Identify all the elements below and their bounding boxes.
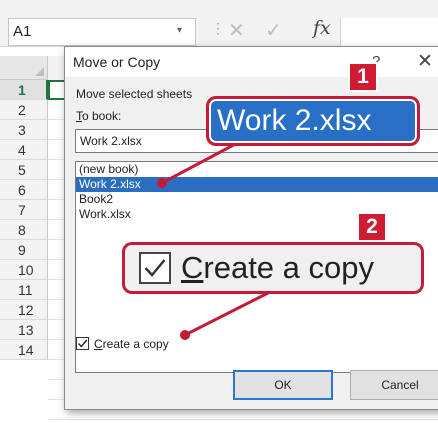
ok-button[interactable]: OK bbox=[233, 370, 333, 400]
step-badge-1: 1 bbox=[348, 62, 378, 92]
row-header[interactable]: 9 bbox=[0, 240, 48, 260]
list-item[interactable]: (new book) bbox=[76, 162, 438, 177]
callout-copy-zoom-rest: reate a copy bbox=[203, 250, 374, 285]
list-item-selected[interactable]: Work 2.xlsx bbox=[76, 177, 438, 192]
row-header[interactable]: 8 bbox=[0, 220, 48, 240]
row-header[interactable]: 13 bbox=[0, 320, 48, 340]
step-badge-2: 2 bbox=[357, 212, 387, 242]
row-header[interactable]: 6 bbox=[0, 180, 48, 200]
to-book-label-rest: o book: bbox=[82, 109, 122, 123]
big-checkbox-icon bbox=[139, 252, 171, 284]
create-copy-label: Create a copy bbox=[94, 337, 169, 351]
cancel-button[interactable]: Cancel bbox=[350, 370, 438, 400]
row-header[interactable]: 2 bbox=[0, 100, 48, 120]
to-book-value: Work 2.xlsx bbox=[80, 134, 142, 148]
callout-copy-zoom: Create a copy bbox=[122, 242, 424, 294]
callout-copy-zoom-text: Create a copy bbox=[181, 248, 374, 288]
row-headers: 1 2 3 4 5 6 7 8 9 10 11 12 13 14 bbox=[0, 80, 48, 360]
callout-copy-zoom-accel: C bbox=[181, 250, 204, 285]
row-header[interactable]: 4 bbox=[0, 140, 48, 160]
row-header[interactable]: 11 bbox=[0, 280, 48, 300]
create-copy-checkbox[interactable] bbox=[76, 337, 89, 350]
cancel-entry-icon[interactable]: ✕ bbox=[228, 18, 245, 43]
dialog-titlebar[interactable]: Move or Copy ? ✕ bbox=[65, 47, 438, 77]
big-checkmark-icon bbox=[144, 259, 166, 277]
insert-function-icon[interactable]: fx bbox=[313, 17, 331, 39]
row-header[interactable]: 12 bbox=[0, 300, 48, 320]
move-selected-sheets-label: Move selected sheets bbox=[76, 87, 193, 101]
row-header[interactable]: 3 bbox=[0, 120, 48, 140]
row-header[interactable]: 1 bbox=[0, 80, 48, 100]
callout-book-zoom-text: Work 2.xlsx bbox=[217, 104, 372, 137]
name-box[interactable]: A1 bbox=[8, 18, 196, 46]
row-header[interactable]: 14 bbox=[0, 340, 48, 360]
dialog-title: Move or Copy bbox=[73, 54, 161, 70]
create-copy-label-rest: reate a copy bbox=[102, 337, 169, 351]
row-header[interactable]: 7 bbox=[0, 200, 48, 220]
checkmark-icon bbox=[77, 339, 88, 348]
callout-book-zoom: Work 2.xlsx bbox=[206, 96, 420, 146]
create-copy-accel: C bbox=[94, 337, 103, 351]
formula-input[interactable] bbox=[340, 18, 438, 46]
list-item[interactable]: Book2 bbox=[76, 192, 438, 207]
select-all-icon bbox=[35, 67, 44, 76]
close-icon[interactable]: ✕ bbox=[417, 50, 433, 73]
formula-bar: A1 ▾ ⋮ ✕ ✓ fx bbox=[0, 0, 438, 47]
select-all-button[interactable] bbox=[0, 56, 48, 80]
drag-handle-icon[interactable]: ⋮ bbox=[211, 20, 225, 37]
row-header[interactable]: 5 bbox=[0, 160, 48, 180]
row-header[interactable]: 10 bbox=[0, 260, 48, 280]
enter-entry-icon[interactable]: ✓ bbox=[265, 18, 282, 43]
to-book-label: To book: bbox=[76, 109, 121, 123]
chevron-down-icon[interactable]: ▾ bbox=[177, 25, 182, 36]
name-box-value: A1 bbox=[13, 23, 32, 40]
